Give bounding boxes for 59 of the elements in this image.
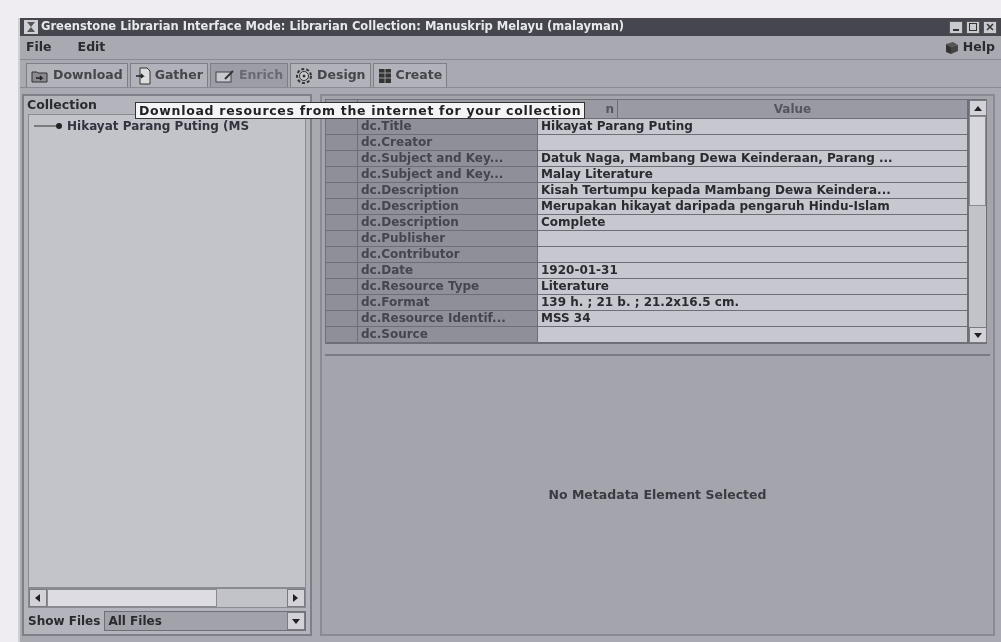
table-cell: 1920-01-31	[538, 263, 968, 279]
table-cell: Hikayat Parang Puting	[538, 119, 968, 135]
pencil-card-icon	[214, 68, 235, 83]
show-files-dropdown[interactable]: All Files	[104, 611, 306, 631]
table-cell: dc.Subject and Key...	[358, 151, 538, 167]
table-cell: dc.Date	[358, 263, 538, 279]
table-cell: Merupakan hikayat daripada pengaruh Hindu-Islam	[538, 199, 968, 215]
document-arrow-icon	[134, 66, 151, 85]
close-button[interactable]	[983, 20, 997, 34]
tooltip: Download resources from the internet for your collection	[135, 102, 586, 119]
table-cell: Kisah Tertumpu kepada Mambang Dewa Keindera...	[538, 183, 968, 199]
scroll-up-icon[interactable]	[974, 105, 982, 111]
table-cell: 139 h. ; 21 b. ; 21.2x16.5 cm.	[538, 295, 968, 311]
table-cell: dc.Resource Type	[358, 279, 538, 295]
collection-tree[interactable]: Hikayat Parang Puting (MS	[28, 114, 306, 588]
maximize-button[interactable]	[966, 20, 980, 34]
table-cell: MSS 34	[538, 311, 968, 327]
gear-icon	[295, 66, 314, 85]
show-files-label: Show Files	[28, 613, 101, 630]
table-cell: dc.Contributor	[358, 247, 538, 263]
table-cell: dc.Publisher	[358, 231, 538, 247]
horizontal-scrollbar[interactable]	[28, 588, 306, 608]
tree-item[interactable]: Hikayat Parang Puting (MS	[67, 117, 250, 135]
maximize-icon	[969, 23, 977, 31]
menu-item[interactable]: File	[26, 38, 52, 57]
tab[interactable]: Download	[26, 63, 128, 87]
close-icon	[986, 23, 994, 31]
app-icon	[24, 20, 38, 34]
table-cell: dc.Description	[358, 183, 538, 199]
table-cell: dc.Title	[358, 119, 538, 135]
table-cell: dc.Subject and Key...	[358, 167, 538, 183]
scroll-right-icon[interactable]	[293, 594, 299, 602]
table-cell: dc.Creator	[358, 135, 538, 151]
status-message: No Metadata Element Selected	[548, 485, 767, 504]
tree-node-icon	[33, 122, 63, 130]
table-cell: dc.Description	[358, 199, 538, 215]
table-cell: Malay Literature	[538, 167, 968, 183]
folder-arrow-icon	[31, 68, 49, 83]
tab[interactable]: Gather	[129, 63, 208, 87]
vertical-scrollbar[interactable]	[968, 100, 986, 343]
tab[interactable]: Design	[290, 63, 371, 87]
table-cell: dc.Resource Identif...	[358, 311, 538, 327]
table-cell: dc.Description	[358, 215, 538, 231]
scroll-left-icon[interactable]	[35, 594, 41, 602]
tab[interactable]: Create	[372, 63, 448, 87]
table-cell: dc.Format	[358, 295, 538, 311]
caret-icon	[292, 618, 300, 624]
table-cell: dc.Source	[358, 327, 538, 343]
table-cell: Complete	[538, 215, 968, 231]
building-blocks-icon	[377, 67, 392, 84]
window-title: Greenstone Librarian Interface Mode: Librarian Collection: Manuskrip Melayu (malayman)	[41, 18, 626, 36]
menu-item[interactable]: Edit	[77, 38, 106, 57]
scroll-down-icon[interactable]	[974, 332, 982, 338]
help-menu[interactable]: Help	[944, 38, 995, 57]
table-cell: Literature	[538, 279, 968, 295]
panel-title: Collection	[27, 95, 97, 114]
column-header: Value	[618, 100, 968, 119]
table-cell: Datuk Naga, Mambang Dewa Keinderaan, Parang ...	[538, 151, 968, 167]
minimize-button[interactable]	[949, 20, 963, 34]
